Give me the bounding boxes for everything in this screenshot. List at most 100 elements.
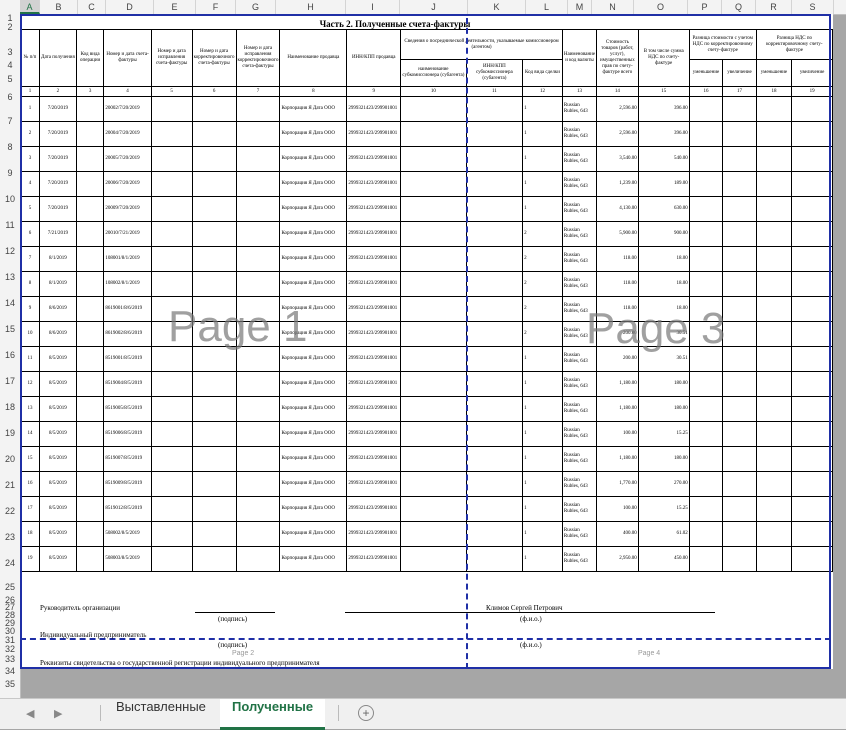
table-cell[interactable]: 2 [522, 321, 563, 347]
table-cell[interactable]: 20002/7/20/2019 [103, 96, 152, 122]
row-header-11[interactable]: 11 [0, 212, 20, 238]
row-header-34[interactable]: 34 [0, 665, 20, 678]
table-cell[interactable] [150, 471, 193, 497]
table-cell[interactable] [755, 496, 793, 522]
table-cell[interactable] [235, 171, 281, 197]
table-cell[interactable] [688, 246, 724, 272]
table-cell[interactable] [465, 196, 524, 222]
row-header-22[interactable]: 22 [0, 498, 20, 524]
table-cell[interactable]: Корпорация Я Дата ООО [279, 271, 348, 297]
table-cell[interactable]: 8519009/8/5/2019 [103, 471, 152, 497]
table-cell[interactable]: 4 [20, 171, 40, 197]
table-cell[interactable]: Корпорация Я Дата ООО [279, 146, 348, 172]
table-cell[interactable]: 8/1/2019 [38, 271, 77, 297]
table-cell[interactable]: Russian Rubles, 643 [561, 421, 598, 447]
table-cell[interactable] [465, 446, 524, 472]
table-cell[interactable] [235, 371, 281, 397]
table-cell[interactable] [688, 471, 724, 497]
table-cell[interactable]: 8/5/2019 [38, 471, 77, 497]
table-cell[interactable]: 20006/7/20/2019 [103, 171, 152, 197]
table-cell[interactable] [722, 396, 757, 422]
table-cell[interactable] [791, 246, 833, 272]
table-cell[interactable] [722, 446, 757, 472]
invoice-table[interactable]: № п/п Дата получения Код вида операции Н… [20, 29, 834, 572]
table-cell[interactable]: Корпорация Я Дата ООО [279, 421, 348, 447]
table-cell[interactable] [400, 446, 467, 472]
table-cell[interactable] [75, 121, 105, 147]
table-cell[interactable] [688, 446, 724, 472]
table-cell[interactable]: 1 [522, 396, 563, 422]
table-cell[interactable] [235, 246, 281, 272]
table-cell[interactable]: 1,180.00 [596, 371, 639, 397]
column-header-q[interactable]: Q [722, 0, 756, 14]
table-cell[interactable] [400, 321, 467, 347]
table-cell[interactable] [400, 246, 467, 272]
table-cell[interactable]: 108002/8/1/2019 [103, 271, 152, 297]
table-cell[interactable] [75, 196, 105, 222]
table-cell[interactable] [75, 171, 105, 197]
table-cell[interactable]: 13 [20, 396, 40, 422]
table-cell[interactable] [465, 546, 524, 572]
table-cell[interactable]: 8/6/2019 [38, 296, 77, 322]
table-cell[interactable] [150, 271, 193, 297]
table-cell[interactable] [465, 146, 524, 172]
table-cell[interactable] [755, 221, 793, 247]
table-cell[interactable]: 11 [20, 346, 40, 372]
row-header-17[interactable]: 17 [0, 368, 20, 394]
table-cell[interactable] [791, 146, 833, 172]
table-cell[interactable] [465, 521, 524, 547]
table-cell[interactable]: 1 [522, 96, 563, 122]
table-cell[interactable]: 17 [20, 496, 40, 522]
table-cell[interactable] [150, 521, 193, 547]
column-header-m[interactable]: M [568, 0, 592, 14]
row-header-1[interactable]: 1 [0, 14, 20, 23]
table-cell[interactable]: 14 [20, 421, 40, 447]
table-cell[interactable]: 180.00 [637, 371, 690, 397]
table-cell[interactable]: 8/5/2019 [38, 546, 77, 572]
table-cell[interactable]: 8519004/8/5/2019 [103, 371, 152, 397]
table-cell[interactable] [722, 196, 757, 222]
table-cell[interactable] [791, 346, 833, 372]
table-cell[interactable]: 1 [522, 421, 563, 447]
table-cell[interactable] [791, 171, 833, 197]
table-cell[interactable]: 20009/7/20/2019 [103, 196, 152, 222]
table-cell[interactable] [150, 196, 193, 222]
table-cell[interactable]: 189.00 [637, 171, 690, 197]
table-cell[interactable] [400, 121, 467, 147]
table-cell[interactable]: 7/21/2019 [38, 221, 77, 247]
table-cell[interactable] [400, 171, 467, 197]
table-cell[interactable] [150, 496, 193, 522]
row-header-9[interactable]: 9 [0, 160, 20, 186]
table-cell[interactable]: 2999321423/299901001 [346, 496, 402, 522]
table-cell[interactable] [465, 296, 524, 322]
table-cell[interactable] [722, 96, 757, 122]
table-cell[interactable] [191, 521, 237, 547]
table-cell[interactable] [75, 421, 105, 447]
table-cell[interactable] [235, 396, 281, 422]
table-cell[interactable]: 4,130.00 [596, 196, 639, 222]
table-cell[interactable]: 2 [522, 221, 563, 247]
table-cell[interactable]: 450.00 [637, 546, 690, 572]
table-cell[interactable]: 18.00 [637, 271, 690, 297]
table-cell[interactable]: 630.00 [637, 196, 690, 222]
table-cell[interactable]: 1 [522, 371, 563, 397]
table-cell[interactable] [791, 496, 833, 522]
table-cell[interactable]: 900.00 [637, 221, 690, 247]
table-cell[interactable]: 2999321423/299901001 [346, 296, 402, 322]
table-cell[interactable]: Корпорация Я Дата ООО [279, 396, 348, 422]
table-cell[interactable]: 1 [522, 121, 563, 147]
table-cell[interactable] [465, 221, 524, 247]
row-header-23[interactable]: 23 [0, 524, 20, 550]
table-cell[interactable] [465, 346, 524, 372]
table-cell[interactable]: 2 [522, 246, 563, 272]
table-cell[interactable]: 1 [522, 146, 563, 172]
row-header-19[interactable]: 19 [0, 420, 20, 446]
row-header-14[interactable]: 14 [0, 290, 20, 316]
row-header-30[interactable]: 30 [0, 627, 20, 636]
table-cell[interactable] [75, 96, 105, 122]
column-header-f[interactable]: F [196, 0, 236, 14]
table-cell[interactable] [465, 96, 524, 122]
table-cell[interactable] [722, 546, 757, 572]
table-cell[interactable]: 8519001/8/5/2019 [103, 346, 152, 372]
table-row[interactable]: 17 8/5/2019 8519012/8/5/2019 Корпорация Я Д… [20, 496, 833, 522]
